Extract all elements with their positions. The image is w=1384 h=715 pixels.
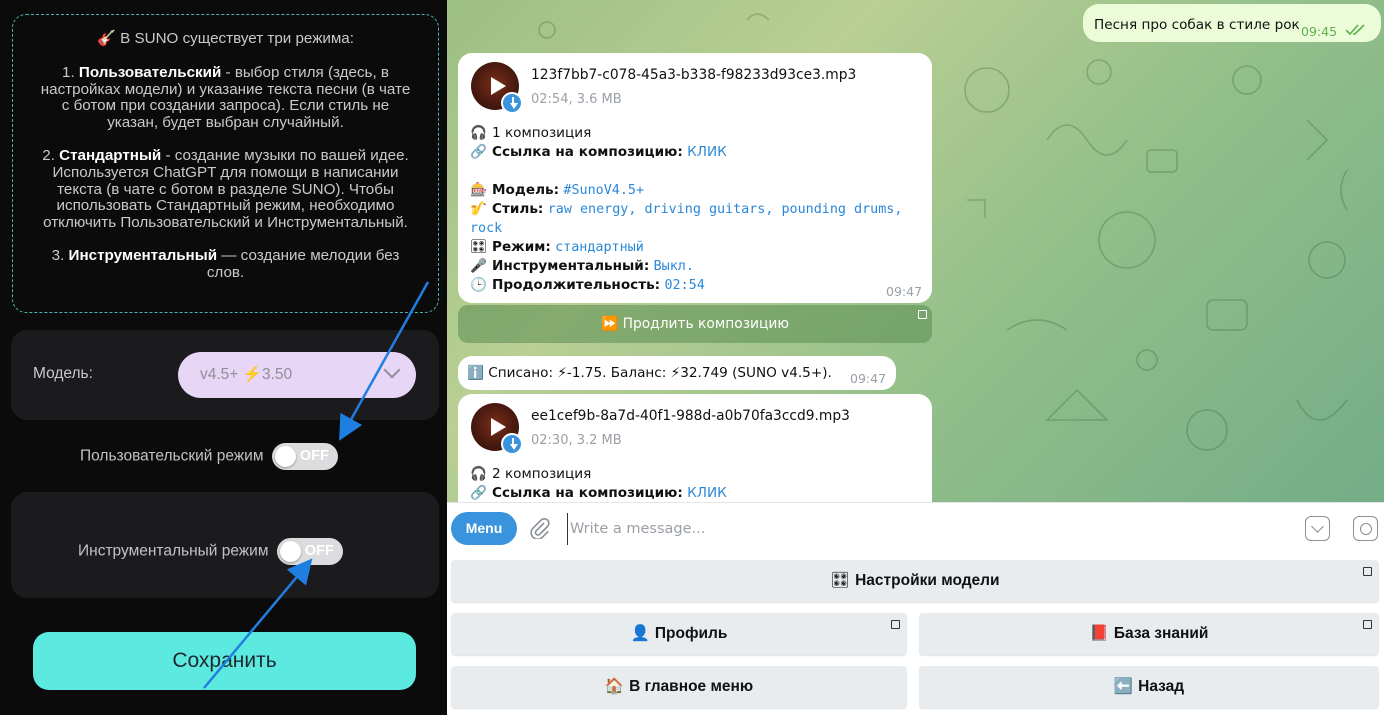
open-link-icon	[1363, 567, 1372, 576]
reply-keyboard: 🎛 Настройки модели 👤 Профиль 📕 База знаний …	[447, 554, 1384, 715]
control-knobs-icon: 🎛	[830, 572, 851, 589]
custom-mode-toggle[interactable]: OFF	[271, 443, 338, 470]
custom-mode-row: Пользовательский режим OFF	[80, 443, 338, 470]
audio-filename: ee1cef9b-8a7d-40f1-988d-a0b70fa3ccd9.mp3	[531, 408, 850, 424]
instrumental-mode-toggle[interactable]: OFF	[276, 538, 343, 565]
model-line: 🎰 Модель: #SunoV4.5+	[470, 182, 645, 198]
audio-meta: 02:54, 3.6 MB	[531, 92, 622, 107]
save-button[interactable]: Сохранить	[33, 632, 416, 690]
main-menu-button[interactable]: 🏠 В главное меню	[451, 666, 907, 708]
paperclip-icon[interactable]	[529, 517, 551, 539]
link-icon: 🔗	[470, 485, 487, 501]
double-check-icon	[1345, 24, 1365, 36]
charged-time: 09:47	[850, 371, 887, 386]
camera-icon[interactable]	[1353, 516, 1378, 541]
extend-composition-button[interactable]: ⏩ Продлить композицию	[458, 305, 932, 343]
style-line-cont: rock	[470, 220, 502, 236]
user-icon: 👤	[630, 625, 650, 642]
charged-message: ℹ️ Списано: ⚡-1.75. Баланс: ⚡32.749 (SUN…	[458, 356, 896, 390]
extend-composition-label: ⏩ Продлить композицию	[601, 316, 789, 332]
mode-value: стандартный	[555, 240, 644, 255]
toggle-knob	[279, 541, 301, 562]
audio-filename: 123f7bb7-c078-45a3-b338-f98233d93ce3.mp3	[531, 67, 857, 83]
mode-standard-desc: 2. Стандартный - создание музыки по ваше…	[42, 146, 409, 232]
clock-icon: 🕒	[470, 277, 487, 293]
mode-instrumental-desc: 3. Инструментальный — создание мелодии б…	[51, 246, 400, 281]
composition-link[interactable]: КЛИК	[687, 485, 727, 501]
model-card: Модель: v4.5+ ⚡3.50	[11, 330, 439, 420]
back-button[interactable]: ⬅️ Назад	[919, 666, 1379, 708]
duration-value: 02:54	[664, 278, 705, 293]
model-settings-button[interactable]: 🎛 Настройки модели	[451, 560, 1379, 602]
chat-area[interactable]: Песня про собак в стиле рок 09:45 123f7b…	[447, 0, 1384, 502]
model-label: Модель:	[33, 365, 93, 382]
play-icon	[491, 418, 506, 436]
telegram-chat-panel: Песня про собак в стиле рок 09:45 123f7b…	[447, 0, 1384, 715]
open-link-icon	[918, 310, 927, 319]
modes-info-box: 🎸 В SUNO существует три режима: 1. Польз…	[12, 14, 439, 313]
style-line: 🎷 Стиль: raw energy, driving guitars, pou…	[470, 201, 903, 217]
suno-settings-panel: 🎸 В SUNO существует три режима: 1. Польз…	[0, 0, 447, 715]
instrumental-value: Выкл.	[653, 259, 694, 274]
play-icon	[491, 77, 506, 95]
keyboard-toggle-icon[interactable]	[1305, 516, 1330, 541]
outgoing-message-time: 09:45	[1301, 24, 1338, 39]
link-line: 🔗 Ссылка на композицию: КЛИК	[470, 485, 727, 501]
audio-message-1: 123f7bb7-c078-45a3-b338-f98233d93ce3.mp3…	[458, 53, 932, 303]
toggle-knob	[274, 446, 296, 467]
toggle-state: OFF	[304, 543, 334, 559]
model-select-value: v4.5+ ⚡3.50	[200, 366, 293, 383]
model-hashtag[interactable]: #SunoV4.5+	[563, 183, 644, 198]
saxophone-icon: 🎷	[470, 201, 487, 217]
toggle-state: OFF	[299, 448, 329, 464]
control-knobs-icon: 🎛	[470, 239, 488, 255]
knowledge-base-button[interactable]: 📕 База знаний	[919, 613, 1379, 655]
outgoing-message: Песня про собак в стиле рок 09:45	[1083, 4, 1381, 42]
audio-message-2: ee1cef9b-8a7d-40f1-988d-a0b70fa3ccd9.mp3…	[458, 394, 932, 502]
open-link-icon	[891, 620, 900, 629]
charged-text: ℹ️ Списано: ⚡-1.75. Баланс: ⚡32.749 (SUN…	[467, 365, 832, 381]
mode-line: 🎛 Режим: стандартный	[470, 239, 644, 255]
menu-button[interactable]: Menu	[451, 512, 517, 545]
book-icon: 📕	[1089, 625, 1109, 642]
message-input[interactable]	[567, 513, 1287, 545]
headphones-icon: 🎧	[470, 466, 487, 482]
link-line: 🔗 Ссылка на композицию: КЛИК	[470, 144, 727, 160]
profile-button[interactable]: 👤 Профиль	[451, 613, 907, 655]
audio-meta: 02:30, 3.2 MB	[531, 433, 622, 448]
download-icon[interactable]	[501, 92, 523, 114]
instrumental-mode-row: Инструментальный режим OFF	[78, 538, 343, 565]
message-input-bar: Menu	[447, 502, 1384, 554]
style-value: raw energy, driving guitars, pounding dr…	[547, 202, 903, 217]
mode-custom-desc: 1. Пользовательский - выбор стиля (здесь…	[40, 63, 411, 132]
model-select[interactable]: v4.5+ ⚡3.50	[178, 352, 416, 398]
style-value-cont: rock	[470, 221, 503, 236]
outgoing-message-text: Песня про собак в стиле рок	[1094, 17, 1300, 33]
slot-machine-icon: 🎰	[470, 182, 487, 198]
info-title: 🎸 В SUNO существует три режима:	[97, 30, 354, 47]
instrumental-line: 🎤 Инструментальный: Выкл.	[470, 258, 694, 274]
duration-line: 🕒 Продолжительность: 02:54	[470, 277, 705, 293]
back-arrow-icon: ⬅️	[1113, 678, 1134, 695]
microphone-icon: 🎤	[470, 258, 487, 274]
instrumental-mode-label: Инструментальный режим	[78, 542, 269, 560]
download-icon[interactable]	[501, 433, 523, 455]
open-link-icon	[1363, 620, 1372, 629]
link-icon: 🔗	[470, 144, 487, 160]
chevron-down-icon	[383, 361, 401, 379]
house-icon: 🏠	[604, 678, 625, 695]
headphones-icon: 🎧	[470, 125, 487, 141]
composition-line: 🎧 2 композиция	[470, 466, 592, 482]
message-time: 09:47	[886, 284, 923, 299]
composition-link[interactable]: КЛИК	[687, 144, 727, 160]
composition-line: 🎧 1 композиция	[470, 125, 592, 141]
custom-mode-label: Пользовательский режим	[80, 447, 264, 465]
